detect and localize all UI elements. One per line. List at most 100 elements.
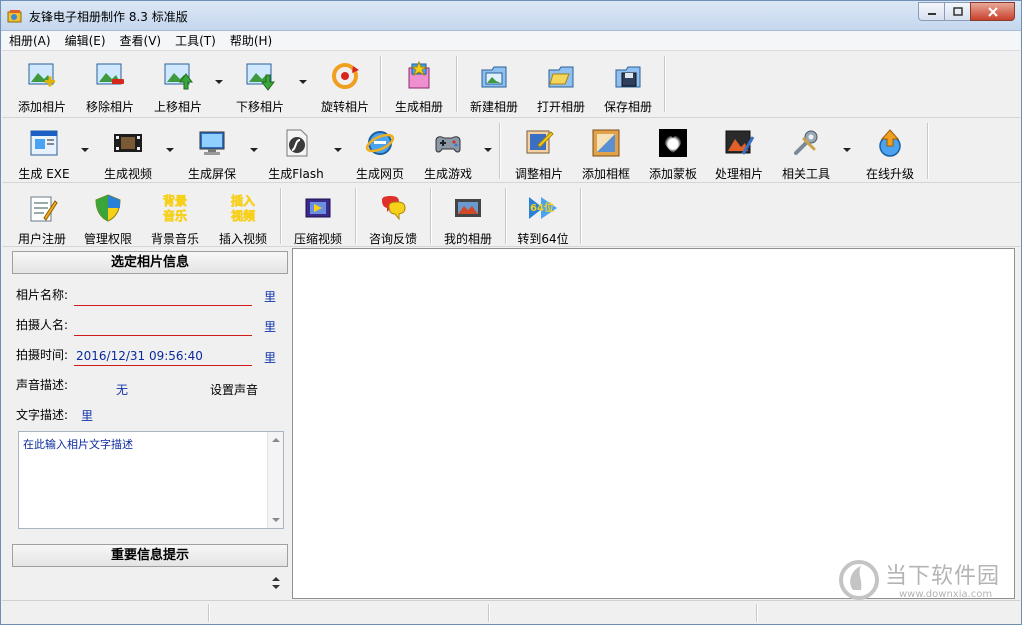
photo-name-field[interactable] [74, 288, 252, 306]
generate-webpage-button[interactable]: 生成网页 [348, 119, 412, 182]
generate-video-label: 生成视频 [103, 167, 152, 181]
toolbar-separator [430, 188, 432, 244]
close-button[interactable] [970, 2, 1015, 21]
generate-album-button[interactable]: 生成相册 [389, 52, 449, 117]
exe-window-icon [28, 127, 60, 159]
minimize-icon [927, 12, 936, 15]
photographer-edit-button[interactable]: 里 [264, 318, 276, 335]
photographer-field[interactable] [74, 318, 252, 336]
generate-flash-label: 生成Flash [268, 167, 324, 181]
toolbar-separator [280, 188, 282, 244]
generate-video-dropdown-icon[interactable] [166, 148, 174, 152]
generate-screensaver-dropdown-icon[interactable] [250, 148, 258, 152]
remove-photo-button[interactable]: 移除相片 [80, 52, 140, 117]
generate-game-label: 生成游戏 [423, 167, 472, 181]
switch-64bit-button[interactable]: 64位 转到64位 [513, 184, 573, 246]
shooting-time-field[interactable]: 2016/12/31 09:56:40 [74, 348, 252, 366]
generate-screensaver-button[interactable]: 生成屏保 [180, 119, 244, 182]
save-album-label: 保存相册 [603, 100, 652, 114]
generate-game-button[interactable]: 生成游戏 [416, 119, 480, 182]
menu-help[interactable]: 帮助(H) [223, 31, 279, 51]
background-music-icon: 背景 音乐 [159, 192, 191, 224]
remove-photo-icon [94, 60, 126, 92]
text-description-placeholder: 在此输入相片文字描述 [23, 438, 133, 451]
move-down-dropdown-icon[interactable] [299, 80, 307, 84]
title-bar[interactable]: 友锋电子相册制作 8.3 标准版 [1, 1, 1021, 31]
new-album-label: 新建相册 [469, 100, 518, 114]
scroll-down-icon[interactable] [272, 518, 280, 522]
menu-tools[interactable]: 工具(T) [168, 31, 223, 51]
photo-info-panel: 选定相片信息 相片名称: 里 拍摄人名: 里 拍摄时间: 2016/12/31 … [2, 248, 291, 598]
generate-flash-dropdown-icon[interactable] [334, 148, 342, 152]
scroll-up-icon[interactable] [272, 438, 280, 442]
watermark-url: www.downxia.com [899, 589, 993, 600]
compress-video-label: 压缩视频 [293, 232, 342, 246]
adjust-photo-button[interactable]: 调整相片 [507, 119, 571, 182]
related-tools-dropdown-icon[interactable] [843, 148, 851, 152]
process-photo-label: 处理相片 [714, 167, 763, 181]
background-music-button[interactable]: 背景 音乐 背景音乐 [145, 184, 205, 246]
sound-description-label: 声音描述: [16, 378, 69, 392]
add-mask-button[interactable]: 添加蒙板 [641, 119, 705, 182]
tips-spinner-icon[interactable] [272, 576, 280, 590]
insert-video-button[interactable]: 插入 视频 插入视频 [213, 184, 273, 246]
open-album-label: 打开相册 [536, 100, 585, 114]
menu-edit[interactable]: 编辑(E) [58, 31, 113, 51]
set-sound-button[interactable]: 设置声音 [210, 381, 258, 398]
rotate-photo-button[interactable]: 旋转相片 [315, 52, 375, 117]
open-album-button[interactable]: 打开相册 [531, 52, 591, 117]
move-photo-down-button[interactable]: 下移相片 [230, 52, 290, 117]
new-album-button[interactable]: 新建相册 [464, 52, 524, 117]
minimize-button[interactable] [918, 2, 945, 21]
adjust-photo-icon [523, 127, 555, 159]
register-button[interactable]: 用户注册 [12, 184, 72, 246]
menu-view[interactable]: 查看(V) [113, 31, 169, 51]
maximize-button[interactable] [944, 2, 971, 21]
open-album-icon [545, 60, 577, 92]
text-description-edit-button[interactable]: 里 [81, 407, 93, 424]
text-description-input[interactable]: 在此输入相片文字描述 [18, 431, 284, 529]
process-photo-button[interactable]: 处理相片 [707, 119, 771, 182]
window-title: 友锋电子相册制作 8.3 标准版 [29, 10, 188, 24]
move-photo-up-button[interactable]: 上移相片 [148, 52, 208, 117]
related-tools-button[interactable]: 相关工具 [774, 119, 838, 182]
background-music-label: 背景音乐 [150, 232, 199, 246]
watermark-title: 当下软件园 [885, 564, 1001, 589]
wrench-icon [790, 127, 822, 159]
generate-exe-button[interactable]: 生成 EXE [12, 119, 76, 182]
move-up-dropdown-icon[interactable] [215, 80, 223, 84]
toolbar-separator [505, 188, 507, 244]
permissions-button[interactable]: 管理权限 [78, 184, 138, 246]
svg-text:插入: 插入 [231, 193, 255, 208]
feedback-button[interactable]: 咨询反馈 [363, 184, 423, 246]
toolbar-separator [380, 56, 382, 112]
status-divider [488, 604, 490, 622]
chat-bubble-icon [377, 192, 409, 224]
add-mask-label: 添加蒙板 [648, 167, 697, 181]
generate-game-dropdown-icon[interactable] [484, 148, 492, 152]
app-icon [7, 10, 22, 23]
menu-album[interactable]: 相册(A) [2, 31, 58, 51]
generate-video-button[interactable]: 生成视频 [96, 119, 160, 182]
window-controls [918, 2, 1015, 21]
my-album-button[interactable]: 我的相册 [438, 184, 498, 246]
watermark-logo-icon [839, 560, 879, 600]
shooting-time-label: 拍摄时间: [16, 348, 69, 362]
svg-text:背景: 背景 [163, 193, 187, 208]
menu-bar: 相册(A) 编辑(E) 查看(V) 工具(T) 帮助(H) [2, 31, 1020, 51]
monitor-icon [196, 127, 228, 159]
add-photo-button[interactable]: 添加相片 [12, 52, 72, 117]
add-frame-button[interactable]: 添加相框 [574, 119, 638, 182]
shooting-time-edit-button[interactable]: 里 [264, 349, 276, 366]
photo-name-edit-button[interactable]: 里 [264, 288, 276, 305]
move-up-icon [162, 60, 194, 92]
photo-preview-area[interactable] [292, 248, 1015, 599]
online-upgrade-button[interactable]: 在线升级 [858, 119, 922, 182]
description-scrollbar[interactable] [267, 432, 283, 528]
toolbar-output: 生成 EXE 生成视频 生成屏保 生成Flash 生成网页 生成游戏 调整相片 … [2, 119, 1020, 183]
save-album-button[interactable]: 保存相册 [598, 52, 658, 117]
generate-flash-button[interactable]: 生成Flash [264, 119, 328, 182]
compress-video-button[interactable]: 压缩视频 [288, 184, 348, 246]
generate-exe-dropdown-icon[interactable] [81, 148, 89, 152]
move-up-label: 上移相片 [153, 100, 202, 114]
